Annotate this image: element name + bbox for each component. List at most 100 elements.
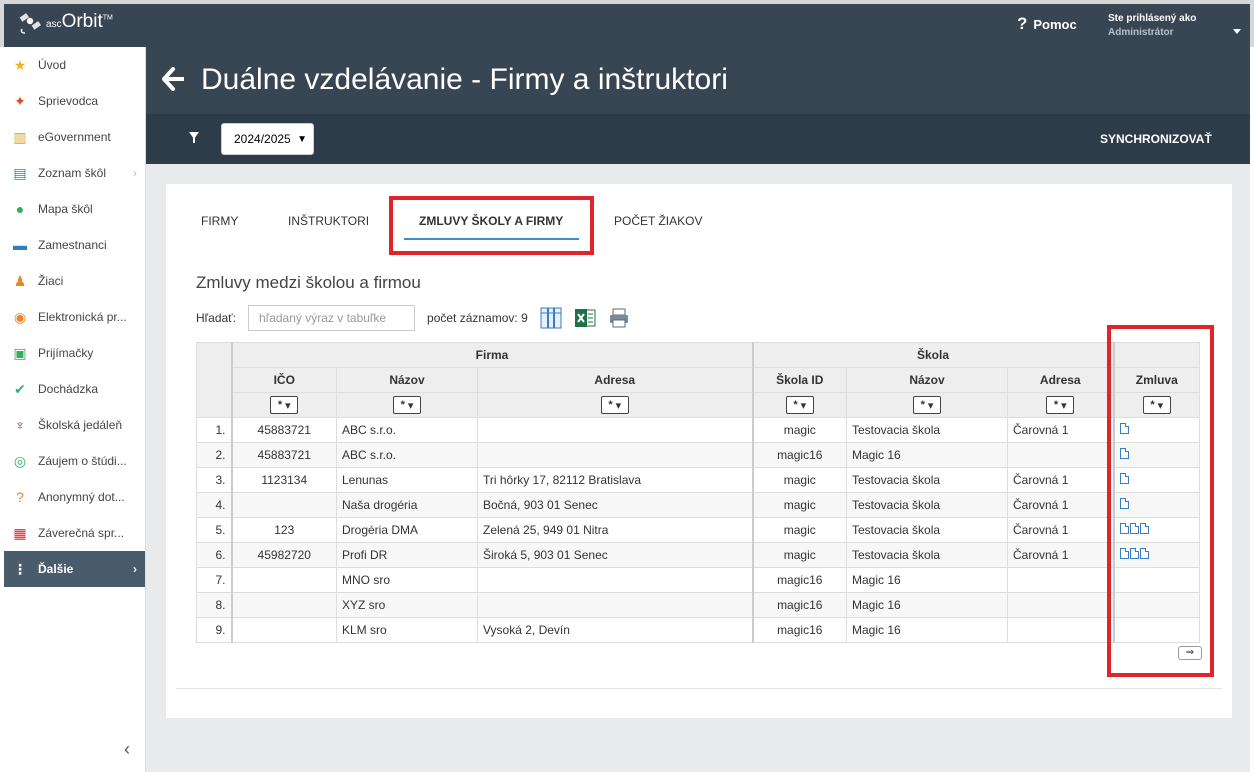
chevron-down-icon[interactable]	[1233, 29, 1241, 34]
cell-skola: Testovacia škola	[846, 492, 1008, 518]
table-row[interactable]: 3. 1123134 Lenunas Tri hôrky 17, 82112 Brat…	[196, 467, 1200, 493]
table-row[interactable]: 7. MNO sro magic16 Magic 16	[196, 567, 1200, 593]
column-filter-cell: * ▾	[231, 392, 337, 418]
sidebar-item-11[interactable]: ◎ Záujem o štúdi...	[4, 443, 145, 479]
sidebar-item-10[interactable]: ♆ Školská jedáleň	[4, 407, 145, 443]
column-filter-cell: * ▾	[752, 392, 847, 418]
table-row[interactable]: 8. XYZ sro magic16 Magic 16	[196, 592, 1200, 618]
group-header-skola: Škola	[752, 342, 1115, 368]
sidebar-item-5[interactable]: ▬ Zamestnanci	[4, 227, 145, 263]
synchronize-button[interactable]: SYNCHRONIZOVAŤ	[1100, 132, 1212, 146]
cell-firma: XYZ sro	[336, 592, 478, 618]
cell-skola_adresa: Čarovná 1	[1007, 492, 1115, 518]
school-year-select[interactable]: 2024/2025 ▼	[221, 123, 314, 155]
chevron-down-icon: ▼	[297, 134, 307, 145]
table-row[interactable]: 4. Naša drogéria Bočná, 903 01 Senec magic T…	[196, 492, 1200, 518]
tab-instruktori[interactable]: INŠTRUKTORI	[288, 214, 369, 228]
column-header-ico[interactable]: IČO	[231, 367, 337, 393]
cell-skola: Testovacia škola	[846, 417, 1008, 443]
sidebar-item-4[interactable]: ● Mapa škôl	[4, 191, 145, 227]
column-filter-cell: * ▾	[1007, 392, 1115, 418]
cell-skola_id: magic	[752, 492, 847, 518]
cell-adresa: Zelená 25, 949 01 Nitra	[477, 517, 754, 543]
tab-highlight-box	[389, 196, 594, 255]
cell-skola_id: magic	[752, 542, 847, 568]
sidebar-item-3[interactable]: ▤ Zoznam škôl ›	[4, 155, 145, 191]
sidebar-item-14[interactable]: ⋮ Ďalšie ›	[4, 551, 145, 587]
star-icon: ★	[13, 56, 27, 73]
cell-adresa: Široká 5, 903 01 Senec	[477, 542, 754, 568]
column-header-adresa-skoly[interactable]: Adresa	[1007, 367, 1115, 393]
question-icon: ?	[16, 489, 24, 505]
back-arrow-icon[interactable]	[162, 67, 185, 93]
cell-firma: Naša drogéria	[336, 492, 478, 518]
column-header-nazov-firmy[interactable]: Názov	[336, 367, 478, 393]
cell-adresa: Tri hôrky 17, 82112 Bratislava	[477, 467, 754, 493]
column-filter-cell: * ▾	[336, 392, 478, 418]
cell-ico: 45883721	[231, 417, 337, 443]
sidebar-item-9[interactable]: ✔ Dochádzka	[4, 371, 145, 407]
tab-firmy[interactable]: FIRMY	[201, 214, 238, 228]
filter-icon[interactable]	[189, 132, 199, 143]
cell-skola_id: magic	[752, 417, 847, 443]
column-filter-cell: * ▾	[477, 392, 754, 418]
table-row[interactable]: 5. 123 Drogéria DMA Zelená 25, 949 01 Nitra…	[196, 517, 1200, 543]
map-pin-icon: ●	[15, 201, 25, 217]
table-row[interactable]: 2. 45883721 ABC s.r.o. magic16 Magic 16	[196, 442, 1200, 468]
cell-ico: 123	[231, 517, 337, 543]
cell-skola_adresa: Čarovná 1	[1007, 417, 1115, 443]
sidebar-item-label: Sprievodca	[38, 94, 99, 108]
sidebar-item-1[interactable]: ✦ Sprievodca	[4, 83, 145, 119]
sidebar-item-2[interactable]: ▥ eGovernment	[4, 119, 145, 155]
table-row[interactable]: 6. 45982720 Profi DR Široká 5, 903 01 Senec…	[196, 542, 1200, 568]
print-icon[interactable]	[608, 307, 630, 329]
cell-ico	[231, 567, 337, 593]
cell-skola: Testovacia škola	[846, 517, 1008, 543]
clipboard-icon: ▦	[13, 524, 27, 541]
logo-text: ascOrbitTM	[46, 11, 113, 32]
column-filter-select[interactable]: * ▾	[913, 396, 941, 414]
app-logo[interactable]: ascOrbitTM	[18, 9, 113, 35]
sidebar-item-label: Anonymný dot...	[38, 490, 125, 504]
sidebar-item-6[interactable]: ♟ Žiaci	[4, 263, 145, 299]
cell-firma: ABC s.r.o.	[336, 442, 478, 468]
column-filter-select[interactable]: * ▾	[1046, 396, 1075, 414]
sidebar-item-7[interactable]: ◉ Elektronická pr...	[4, 299, 145, 335]
sidebar-item-13[interactable]: ▦ Záverečná spr...	[4, 515, 145, 551]
column-header-skola-id[interactable]: Škola ID	[752, 367, 847, 393]
book-icon: ▤	[13, 164, 27, 181]
cell-skola_id: magic	[752, 517, 847, 543]
table-row[interactable]: 9. KLM sro Vysoká 2, Devín magic16 Magic 16	[196, 617, 1200, 643]
sidebar-item-8[interactable]: ▣ Prijímačky	[4, 335, 145, 371]
search-input[interactable]: hľadaný výraz v tabuľke	[248, 305, 416, 331]
cell-n: 2.	[196, 442, 233, 468]
column-filter-select[interactable]: * ▾	[785, 396, 814, 414]
sidebar-item-label: Dochádzka	[38, 382, 99, 396]
record-count: počet záznamov: 9	[427, 311, 528, 325]
sidebar-item-label: Elektronická pr...	[38, 310, 127, 324]
excel-export-icon[interactable]	[574, 307, 596, 329]
sidebar-item-label: Prijímačky	[38, 346, 94, 360]
sidebar-item-0[interactable]: ★ Úvod	[4, 47, 145, 83]
column-filter-cell: * ▾	[846, 392, 1008, 418]
cell-skola_adresa	[1007, 617, 1115, 643]
cell-adresa	[477, 592, 754, 618]
cell-skola_adresa	[1007, 567, 1115, 593]
collapse-sidebar-icon[interactable]: ‹	[124, 739, 130, 760]
column-filter-select[interactable]: * ▾	[393, 396, 421, 414]
divider	[176, 688, 1222, 689]
user-menu[interactable]: Ste prihlásený ako Administrátor	[1108, 12, 1196, 40]
cell-skola_id: magic16	[752, 442, 847, 468]
column-filter-select[interactable]: * ▾	[270, 396, 299, 414]
cell-n: 3.	[196, 467, 233, 493]
column-header-nazov-skoly[interactable]: Názov	[846, 367, 1008, 393]
help-button[interactable]: ? Pomoc	[1017, 14, 1077, 34]
column-filter-select[interactable]: * ▾	[600, 396, 629, 414]
table-row[interactable]: 1. 45883721 ABC s.r.o. magic Testovacia škol…	[196, 417, 1200, 443]
columns-icon[interactable]	[540, 307, 562, 329]
sidebar-item-12[interactable]: ? Anonymný dot...	[4, 479, 145, 515]
tab-pocet-ziakov[interactable]: POČET ŽIAKOV	[614, 214, 702, 228]
contracts-table: Firma Škola IČO Názov Adresa Škola ID Ná…	[196, 342, 1200, 643]
cell-firma: Lenunas	[336, 467, 478, 493]
column-header-adresa-firmy[interactable]: Adresa	[477, 367, 754, 393]
